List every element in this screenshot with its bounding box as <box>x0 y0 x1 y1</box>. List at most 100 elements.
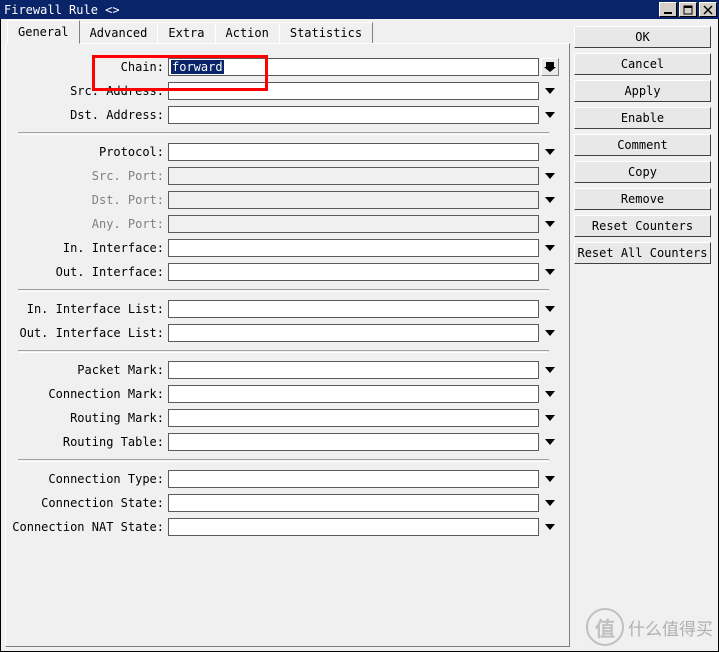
row-in-interface-list: In. Interface List: <box>6 298 559 320</box>
left-pane: General Advanced Extra Action Statistics… <box>1 19 574 651</box>
input-chain[interactable]: forward <box>168 58 539 76</box>
label-connection-state: Connection State: <box>6 496 168 510</box>
row-connection-mark: Connection Mark: <box>6 383 559 405</box>
enable-button[interactable]: Enable <box>574 107 711 129</box>
input-any-port <box>168 215 539 233</box>
tab-strip: General Advanced Extra Action Statistics <box>5 23 570 43</box>
input-out-interface[interactable] <box>168 263 539 281</box>
window-title: Firewall Rule <> <box>4 3 657 17</box>
row-packet-mark: Packet Mark: <box>6 359 559 381</box>
input-connection-state[interactable] <box>168 494 539 512</box>
label-protocol: Protocol: <box>6 145 168 159</box>
input-connection-type[interactable] <box>168 470 539 488</box>
input-dst-port <box>168 191 539 209</box>
expand-arrow-icon <box>541 215 559 233</box>
tab-label: Advanced <box>90 26 148 40</box>
expand-arrow-icon[interactable] <box>541 494 559 512</box>
expand-arrow-icon[interactable] <box>541 106 559 124</box>
expand-arrow-icon[interactable] <box>541 239 559 257</box>
tab-statistics[interactable]: Statistics <box>279 22 373 43</box>
input-out-interface-list[interactable] <box>168 324 539 342</box>
label-src-address: Src. Address: <box>6 84 168 98</box>
input-connection-nat-state[interactable] <box>168 518 539 536</box>
tab-label: General <box>18 25 69 39</box>
row-src-port: Src. Port: <box>6 165 559 187</box>
input-in-interface-list[interactable] <box>168 300 539 318</box>
comment-button[interactable]: Comment <box>574 134 711 156</box>
row-out-interface: Out. Interface: <box>6 261 559 283</box>
right-pane: OK Cancel Apply Enable Comment Copy Remo… <box>574 19 718 651</box>
row-connection-nat-state: Connection NAT State: <box>6 516 559 538</box>
label-packet-mark: Packet Mark: <box>6 363 168 377</box>
row-in-interface: In. Interface: <box>6 237 559 259</box>
label-any-port: Any. Port: <box>6 217 168 231</box>
title-bar: Firewall Rule <> <box>0 0 719 19</box>
combo-arrow-icon[interactable] <box>541 58 559 76</box>
expand-arrow-icon[interactable] <box>541 82 559 100</box>
label-connection-type: Connection Type: <box>6 472 168 486</box>
row-connection-type: Connection Type: <box>6 468 559 490</box>
label-chain: Chain: <box>6 60 168 74</box>
maximize-button[interactable] <box>679 2 697 17</box>
tab-general[interactable]: General <box>7 20 80 44</box>
row-connection-state: Connection State: <box>6 492 559 514</box>
input-src-port <box>168 167 539 185</box>
cancel-button[interactable]: Cancel <box>574 53 711 75</box>
ok-button[interactable]: OK <box>574 26 711 48</box>
input-src-address[interactable] <box>168 82 539 100</box>
input-dst-address[interactable] <box>168 106 539 124</box>
input-in-interface[interactable] <box>168 239 539 257</box>
copy-button[interactable]: Copy <box>574 161 711 183</box>
separator <box>18 459 549 462</box>
separator <box>18 289 549 292</box>
expand-arrow-icon[interactable] <box>541 300 559 318</box>
expand-arrow-icon <box>541 191 559 209</box>
row-src-address: Src. Address: <box>6 80 559 102</box>
tab-action[interactable]: Action <box>215 22 280 43</box>
expand-arrow-icon[interactable] <box>541 409 559 427</box>
row-out-interface-list: Out. Interface List: <box>6 322 559 344</box>
tab-advanced[interactable]: Advanced <box>79 22 159 43</box>
input-protocol[interactable] <box>168 143 539 161</box>
label-connection-mark: Connection Mark: <box>6 387 168 401</box>
input-packet-mark[interactable] <box>168 361 539 379</box>
remove-button[interactable]: Remove <box>574 188 711 210</box>
reset-all-counters-button[interactable]: Reset All Counters <box>574 242 711 264</box>
label-out-interface-list: Out. Interface List: <box>6 326 168 340</box>
tab-page-general: Chain: forward Src. Address: Dst. Addres… <box>5 43 570 647</box>
reset-counters-button[interactable]: Reset Counters <box>574 215 711 237</box>
expand-arrow-icon <box>541 167 559 185</box>
row-routing-mark: Routing Mark: <box>6 407 559 429</box>
row-dst-address: Dst. Address: <box>6 104 559 126</box>
label-dst-port: Dst. Port: <box>6 193 168 207</box>
expand-arrow-icon[interactable] <box>541 361 559 379</box>
close-button[interactable] <box>699 2 717 17</box>
row-chain: Chain: forward <box>6 56 559 78</box>
minimize-button[interactable] <box>659 2 677 17</box>
label-routing-table: Routing Table: <box>6 435 168 449</box>
expand-arrow-icon[interactable] <box>541 324 559 342</box>
separator <box>18 350 549 353</box>
expand-arrow-icon[interactable] <box>541 385 559 403</box>
tab-label: Action <box>226 26 269 40</box>
tab-label: Statistics <box>290 26 362 40</box>
row-dst-port: Dst. Port: <box>6 189 559 211</box>
separator <box>18 132 549 135</box>
expand-arrow-icon[interactable] <box>541 433 559 451</box>
expand-arrow-icon[interactable] <box>541 470 559 488</box>
label-connection-nat-state: Connection NAT State: <box>6 520 168 534</box>
input-connection-mark[interactable] <box>168 385 539 403</box>
label-dst-address: Dst. Address: <box>6 108 168 122</box>
expand-arrow-icon[interactable] <box>541 518 559 536</box>
window-frame: General Advanced Extra Action Statistics… <box>0 19 719 652</box>
tab-label: Extra <box>168 26 204 40</box>
label-in-interface: In. Interface: <box>6 241 168 255</box>
tab-extra[interactable]: Extra <box>157 22 215 43</box>
label-routing-mark: Routing Mark: <box>6 411 168 425</box>
apply-button[interactable]: Apply <box>574 80 711 102</box>
expand-arrow-icon[interactable] <box>541 263 559 281</box>
input-routing-table[interactable] <box>168 433 539 451</box>
input-routing-mark[interactable] <box>168 409 539 427</box>
expand-arrow-icon[interactable] <box>541 143 559 161</box>
label-src-port: Src. Port: <box>6 169 168 183</box>
